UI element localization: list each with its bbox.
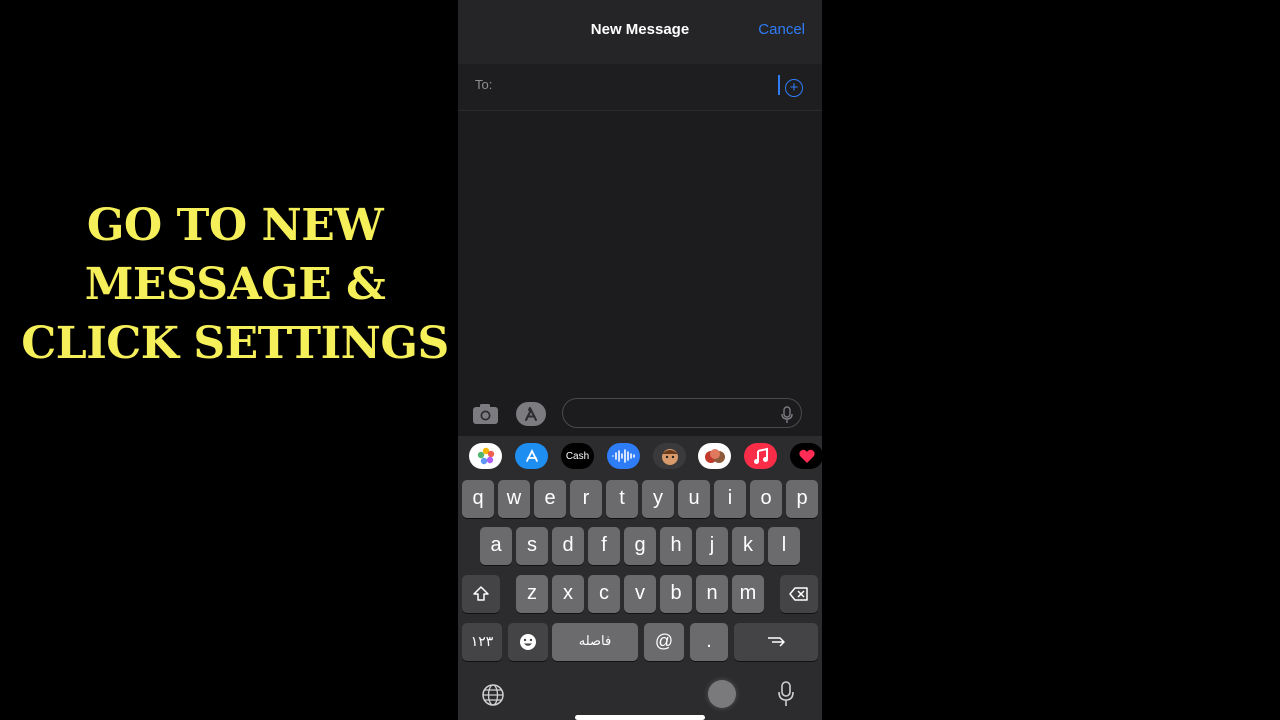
key-k[interactable]: k <box>732 527 764 565</box>
key-i[interactable]: i <box>714 480 746 518</box>
audio-message-icon[interactable] <box>607 443 640 469</box>
key-m[interactable]: m <box>732 575 764 613</box>
compose-bar <box>458 396 822 436</box>
shift-key[interactable] <box>462 575 500 613</box>
tutorial-caption: GO TO NEW MESSAGE & CLICK SETTINGS <box>20 196 450 373</box>
touch-indicator <box>708 680 736 708</box>
app-store-toggle-icon[interactable] <box>515 401 547 427</box>
key-c[interactable]: c <box>588 575 620 613</box>
keyboard-bottom-bar <box>458 676 822 720</box>
backspace-icon <box>789 587 808 601</box>
space-key[interactable]: فاصله <box>552 623 638 661</box>
at-key[interactable]: @ <box>644 623 684 661</box>
key-t[interactable]: t <box>606 480 638 518</box>
text-cursor <box>778 75 780 95</box>
key-q[interactable]: q <box>462 480 494 518</box>
key-x[interactable]: x <box>552 575 584 613</box>
caption-line-2: MESSAGE & <box>84 259 386 310</box>
key-y[interactable]: y <box>642 480 674 518</box>
caption-line-1: GO TO NEW <box>86 200 384 251</box>
add-contact-button[interactable]: + <box>785 79 803 97</box>
key-u[interactable]: u <box>678 480 710 518</box>
return-key[interactable] <box>734 623 818 661</box>
key-f[interactable]: f <box>588 527 620 565</box>
key-n[interactable]: n <box>696 575 728 613</box>
key-o[interactable]: o <box>750 480 782 518</box>
globe-icon[interactable] <box>481 683 505 707</box>
camera-icon[interactable] <box>472 403 499 425</box>
key-d[interactable]: d <box>552 527 584 565</box>
memoji-icon[interactable] <box>653 443 686 469</box>
numbers-key[interactable]: ۱۲۳ <box>462 623 502 661</box>
memoji-stickers-icon[interactable] <box>698 443 731 469</box>
home-indicator[interactable] <box>575 715 705 720</box>
message-input[interactable] <box>562 398 802 428</box>
navigation-bar: New Message Cancel <box>458 0 822 64</box>
phone-screen: New Message Cancel To: + Cash q w e r t … <box>458 0 822 720</box>
emoji-key[interactable] <box>508 623 548 661</box>
emoji-icon <box>520 634 536 650</box>
key-a[interactable]: a <box>480 527 512 565</box>
key-j[interactable]: j <box>696 527 728 565</box>
shift-icon <box>473 586 489 601</box>
app-drawer: Cash <box>458 441 822 473</box>
caption-line-3: CLICK SETTINGS <box>21 318 449 369</box>
recipient-row[interactable]: To: + <box>458 64 822 111</box>
digital-touch-icon[interactable] <box>790 443 822 469</box>
key-z[interactable]: z <box>516 575 548 613</box>
photos-app-icon[interactable] <box>469 443 502 469</box>
key-p[interactable]: p <box>786 480 818 518</box>
return-icon <box>768 637 785 647</box>
key-v[interactable]: v <box>624 575 656 613</box>
to-label: To: <box>475 77 493 92</box>
apple-cash-label: Cash <box>565 450 590 462</box>
key-s[interactable]: s <box>516 527 548 565</box>
delete-key[interactable] <box>780 575 818 613</box>
dictation-mic-icon[interactable] <box>778 681 794 707</box>
dictation-icon[interactable] <box>781 406 793 424</box>
cancel-button[interactable]: Cancel <box>758 21 805 38</box>
key-h[interactable]: h <box>660 527 692 565</box>
key-l[interactable]: l <box>768 527 800 565</box>
app-store-icon[interactable] <box>515 443 548 469</box>
key-e[interactable]: e <box>534 480 566 518</box>
music-app-icon[interactable] <box>744 443 777 469</box>
key-g[interactable]: g <box>624 527 656 565</box>
key-w[interactable]: w <box>498 480 530 518</box>
key-b[interactable]: b <box>660 575 692 613</box>
key-r[interactable]: r <box>570 480 602 518</box>
dot-key[interactable]: . <box>690 623 728 661</box>
apple-cash-icon[interactable]: Cash <box>561 443 594 469</box>
